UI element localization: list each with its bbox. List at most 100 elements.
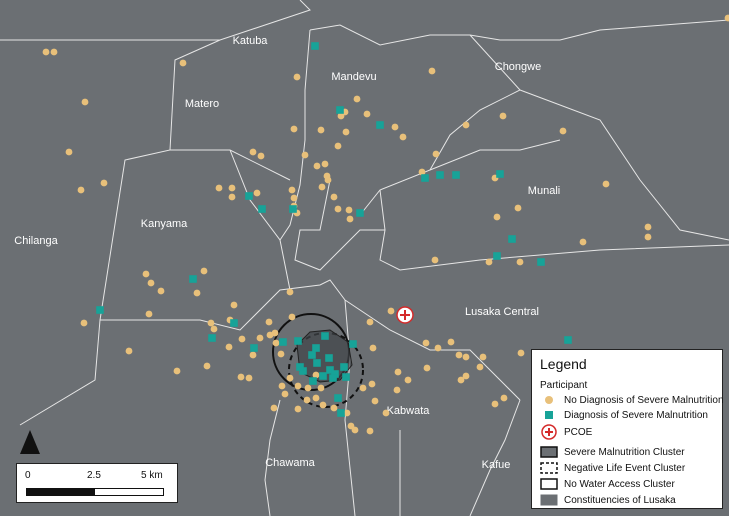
no-diagnosis-point [65,148,73,156]
no-diagnosis-point [207,319,215,327]
no-diagnosis-point [476,363,484,371]
no-diagnosis-point [173,367,181,375]
legend-item-negative-cluster: Negative Life Event Cluster [540,461,685,475]
no-diagnosis-point [272,339,280,347]
no-diagnosis-point [125,347,133,355]
diagnosis-point [311,42,319,50]
no-diagnosis-point [278,382,286,390]
no-diagnosis-point [455,351,463,359]
no-diagnosis-point [447,338,455,346]
diagnosis-point [493,252,501,260]
no-diagnosis-point [371,397,379,405]
diagnosis-point [337,409,345,417]
no-diagnosis-point [319,401,327,409]
no-diagnosis-point [493,213,501,221]
no-diagnosis-point [80,319,88,327]
no-diagnosis-point [145,310,153,318]
no-diagnosis-point [312,394,320,402]
no-diagnosis-point [265,318,273,326]
diagnosis-point [189,275,197,283]
legend-item-diagnosis: Diagnosis of Severe Malnutrition [540,408,708,422]
no-diagnosis-point [288,313,296,321]
no-diagnosis-point [317,126,325,134]
no-diagnosis-point [270,404,278,412]
no-diagnosis-point [281,390,289,398]
diagnosis-point [421,174,429,182]
no-diagnosis-point [462,353,470,361]
no-diagnosis-point [368,380,376,388]
district-label: Chawama [265,457,315,469]
no-diagnosis-point [499,112,507,120]
diagnosis-point [313,359,321,367]
no-diagnosis-point [342,128,350,136]
no-diagnosis-point [179,59,187,67]
no-diagnosis-point [157,287,165,295]
legend-label: PCOE [564,426,593,438]
no-diagnosis-point [321,160,329,168]
no-diagnosis-point [382,409,390,417]
district-label: Matero [185,98,219,110]
no-diagnosis-point [245,374,253,382]
no-diagnosis-point [142,270,150,278]
no-diagnosis-point [294,405,302,413]
no-diagnosis-point [257,152,265,160]
no-diagnosis-point [230,301,238,309]
district-label: Chongwe [495,61,541,73]
no-diagnosis-point [366,427,374,435]
no-diagnosis-point [500,394,508,402]
no-diagnosis-point [644,233,652,241]
diagnosis-point [325,354,333,362]
no-diagnosis-point [249,351,257,359]
no-diagnosis-point [391,123,399,131]
no-diagnosis-point [369,344,377,352]
no-diagnosis-point [147,279,155,287]
scale-bar-black [26,488,96,496]
diagnosis-point [508,235,516,243]
diagnosis-point [308,351,316,359]
no-diagnosis-point [304,384,312,392]
no-diagnosis-point [359,384,367,392]
diagnosis-point [296,363,304,371]
diagnosis-point [496,170,504,178]
no-diagnosis-point [387,307,395,315]
diagnosis-point [319,372,327,380]
no-diagnosis-point [313,162,321,170]
no-diagnosis-point [42,48,50,56]
no-diagnosis-point [514,204,522,212]
diagnosis-point [279,338,287,346]
diagnosis-point [356,209,364,217]
no-diagnosis-point [294,382,302,390]
diagnosis-point [208,334,216,342]
no-diagnosis-point [462,121,470,129]
no-diagnosis-point [559,127,567,135]
no-diagnosis-point [238,335,246,343]
legend-item-water-cluster: No Water Access Cluster [540,477,675,491]
diagnosis-point [537,258,545,266]
no-diagnosis-point [423,364,431,372]
no-diagnosis-point [485,258,493,266]
diagnosis-point [336,106,344,114]
scale-bar-white [94,488,164,496]
no-diagnosis-point [256,334,264,342]
district-label: Kabwata [387,405,431,417]
no-diagnosis-point [200,267,208,275]
no-diagnosis-point [457,376,465,384]
no-diagnosis-point [203,362,211,370]
legend-item-constituencies: Constituencies of Lusaka [540,493,676,507]
no-diagnosis-point [215,184,223,192]
no-diagnosis-point [345,206,353,214]
diagnosis-point [376,121,384,129]
diagnosis-point [289,205,297,213]
district-label: Lusaka Central [465,306,539,318]
diagnosis-point [250,344,258,352]
no-diagnosis-point [323,172,331,180]
district-label: Mandevu [331,71,376,83]
diagnosis-point [245,192,253,200]
diagnosis-point [96,306,104,314]
district-label: Katuba [233,35,269,47]
district-label: Kanyama [141,218,188,230]
legend-label: No Diagnosis of Severe Malnutrition [564,394,724,406]
no-diagnosis-point [193,289,201,297]
no-diagnosis-point [318,183,326,191]
no-diagnosis-point [394,368,402,376]
